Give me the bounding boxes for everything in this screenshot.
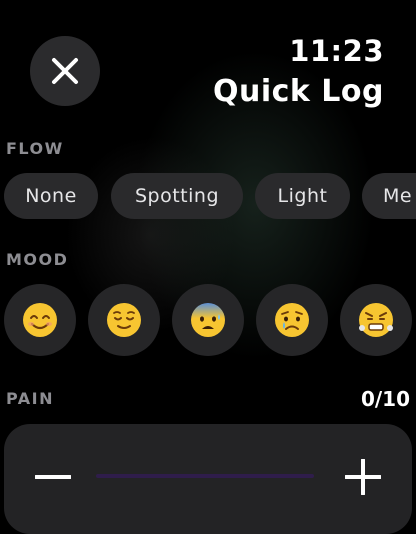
- flow-option-spotting[interactable]: Spotting: [111, 173, 243, 219]
- anxious-face-icon: [191, 303, 225, 337]
- frustrated-face-icon: [359, 303, 393, 337]
- close-button[interactable]: [30, 36, 100, 106]
- mood-option-frustrated[interactable]: [340, 284, 412, 356]
- minus-icon: [35, 475, 71, 479]
- pain-stepper: [4, 424, 412, 534]
- mood-option-relieved[interactable]: [88, 284, 160, 356]
- mood-options: [4, 284, 416, 356]
- sad-tear-face-icon: [275, 303, 309, 337]
- mood-option-happy[interactable]: [4, 284, 76, 356]
- pain-decrease-button[interactable]: [28, 452, 78, 502]
- plus-icon: [345, 459, 381, 495]
- pain-level-track[interactable]: [96, 474, 314, 478]
- flow-section-label: FLOW: [6, 139, 64, 158]
- flow-option-none[interactable]: None: [4, 173, 98, 219]
- clock-time: 11:23: [289, 34, 384, 68]
- mood-option-anxious[interactable]: [172, 284, 244, 356]
- close-icon: [52, 58, 78, 84]
- pain-increase-button[interactable]: [338, 452, 388, 502]
- mood-option-sad[interactable]: [256, 284, 328, 356]
- flow-option-label: Me: [383, 185, 413, 207]
- smiling-face-icon: [23, 303, 57, 337]
- pain-section-label: PAIN: [6, 389, 54, 408]
- flow-options: None Spotting Light Me: [4, 173, 416, 219]
- page-title: Quick Log: [212, 74, 384, 109]
- flow-option-light[interactable]: Light: [255, 173, 350, 219]
- flow-option-label: None: [25, 185, 77, 207]
- pain-value: 0/10: [360, 387, 410, 411]
- flow-option-label: Light: [277, 185, 328, 207]
- relieved-face-icon: [107, 303, 141, 337]
- flow-option-label: Spotting: [134, 185, 220, 207]
- flow-option-medium[interactable]: Me: [362, 173, 416, 219]
- mood-section-label: MOOD: [6, 250, 69, 269]
